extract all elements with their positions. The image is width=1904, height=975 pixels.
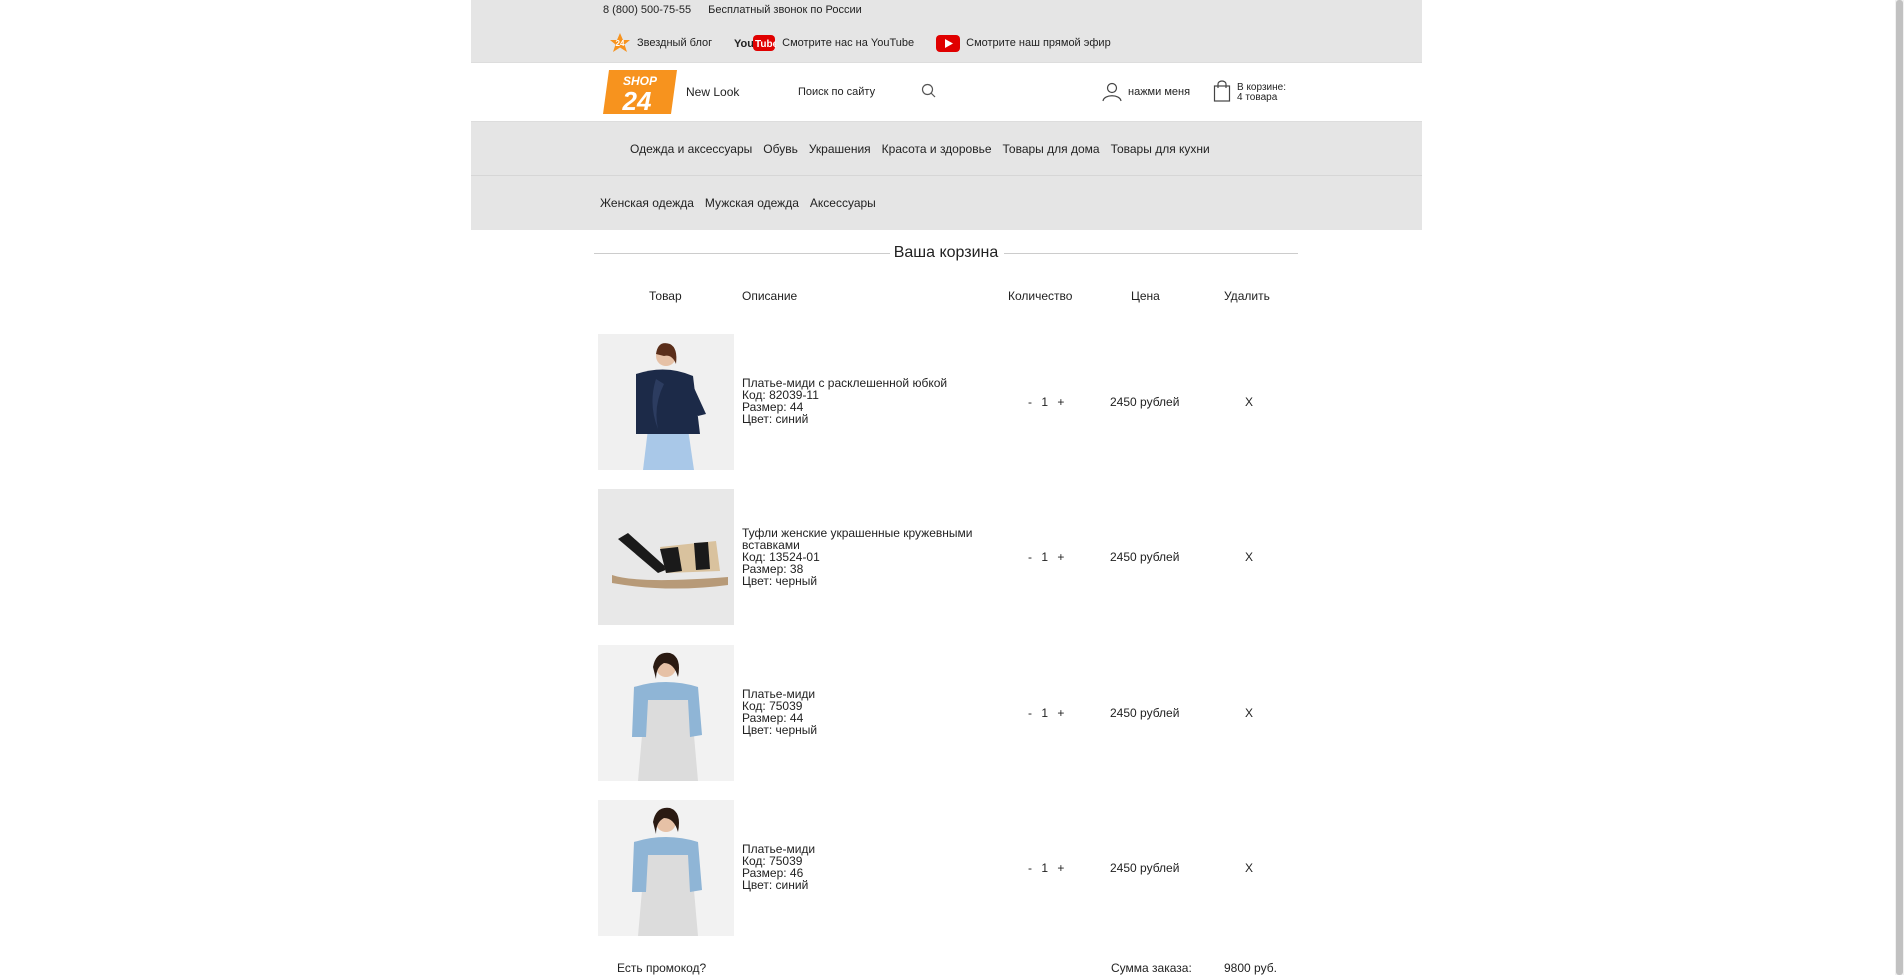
col-price: Цена bbox=[1131, 289, 1160, 303]
remove-item-button[interactable]: X bbox=[1245, 706, 1253, 720]
cart-count: 4 товара bbox=[1237, 92, 1278, 103]
youtube-channel-link[interactable]: You Tube Смотрите нас на YouTube bbox=[734, 34, 914, 52]
star-blog-icon: 24 bbox=[610, 33, 630, 52]
quantity-value: 1 bbox=[1041, 550, 1049, 564]
cart-row: Платье-миди с расклешенной юбкой Код: 82… bbox=[598, 334, 1298, 470]
user-account-link[interactable]: нажми меня bbox=[1101, 82, 1190, 102]
remove-item-button[interactable]: X bbox=[1245, 395, 1253, 409]
quantity-stepper: - 1 + bbox=[1025, 395, 1067, 409]
item-price: 2450 рублей bbox=[1110, 861, 1180, 875]
remove-item-button[interactable]: X bbox=[1245, 550, 1253, 564]
sub-nav: Женская одежда Мужская одежда Аксессуары bbox=[471, 176, 1422, 230]
page-scrollbar[interactable] bbox=[1895, 0, 1904, 975]
free-call-text: Бесплатный звонок по России bbox=[708, 4, 862, 16]
user-label: нажми меня bbox=[1128, 86, 1191, 98]
svg-text:24: 24 bbox=[616, 39, 625, 48]
item-price: 2450 рублей bbox=[1110, 706, 1180, 720]
live-stream-label: Смотрите наш прямой эфир bbox=[966, 37, 1111, 49]
item-price: 2450 рублей bbox=[1110, 550, 1180, 564]
product-description: Туфли женские украшенные кружевными вста… bbox=[742, 527, 987, 587]
svg-text:You: You bbox=[734, 38, 754, 50]
cart-row: Платье-миди Код: 75039 Размер: 44 Цвет: … bbox=[598, 645, 1298, 781]
logo-bottom-text: 24 bbox=[622, 86, 652, 114]
increase-button[interactable]: + bbox=[1057, 706, 1064, 720]
search-icon[interactable] bbox=[921, 83, 937, 99]
quantity-stepper: - 1 + bbox=[1025, 706, 1067, 720]
product-image-dress-navy[interactable] bbox=[598, 334, 734, 470]
user-icon bbox=[1102, 82, 1122, 102]
decrease-button[interactable]: - bbox=[1028, 706, 1032, 720]
product-name[interactable]: Туфли женские украшенные кружевными вста… bbox=[742, 527, 987, 551]
product-image-dress-denim[interactable] bbox=[598, 800, 734, 936]
shop24-logo[interactable]: SHOP 24 bbox=[603, 70, 677, 116]
increase-button[interactable]: + bbox=[1057, 550, 1064, 564]
svg-text:Tube: Tube bbox=[755, 39, 776, 50]
main-nav: Одежда и аксессуары Обувь Украшения Крас… bbox=[471, 122, 1422, 176]
product-description: Платье-миди Код: 75039 Размер: 46 Цвет: … bbox=[742, 843, 987, 891]
cart-heading: Ваша корзина bbox=[594, 242, 1298, 264]
search-input[interactable]: Поиск по сайту bbox=[798, 86, 875, 98]
top-bar: 8 (800) 500-75-55 Бесплатный звонок по Р… bbox=[471, 0, 1422, 62]
decrease-button[interactable]: - bbox=[1028, 550, 1032, 564]
star-blog-link[interactable]: 24 Звездный блог bbox=[609, 32, 712, 54]
youtube-channel-label: Смотрите нас на YouTube bbox=[782, 37, 915, 49]
increase-button[interactable]: + bbox=[1057, 861, 1064, 875]
nav-clothing[interactable]: Одежда и аксессуары bbox=[630, 142, 752, 156]
promo-code-link[interactable]: Есть промокод? bbox=[617, 961, 706, 975]
quantity-stepper: - 1 + bbox=[1025, 550, 1067, 564]
star-blog-label: Звездный блог bbox=[637, 37, 713, 49]
quantity-value: 1 bbox=[1041, 395, 1049, 409]
nav-jewelry[interactable]: Украшения bbox=[809, 142, 871, 156]
increase-button[interactable]: + bbox=[1057, 395, 1064, 409]
quantity-value: 1 bbox=[1041, 706, 1049, 720]
quantity-value: 1 bbox=[1041, 861, 1049, 875]
cart-table-header: Товар Описание Количество Цена Удалить bbox=[0, 289, 1904, 305]
product-image-dress-denim[interactable] bbox=[598, 645, 734, 781]
remove-item-button[interactable]: X bbox=[1245, 861, 1253, 875]
product-description: Платье-миди Код: 75039 Размер: 44 Цвет: … bbox=[742, 688, 987, 736]
col-product: Товар bbox=[649, 289, 682, 303]
order-total-value: 9800 руб. bbox=[1224, 961, 1277, 975]
live-stream-link[interactable]: Смотрите наш прямой эфир bbox=[936, 34, 1111, 52]
product-image-shoes[interactable] bbox=[598, 489, 734, 625]
phone-link[interactable]: 8 (800) 500-75-55 bbox=[603, 4, 691, 16]
product-color: Цвет: синий bbox=[742, 412, 809, 426]
nav-beauty[interactable]: Красота и здоровье bbox=[882, 142, 992, 156]
product-color: Цвет: черный bbox=[742, 723, 818, 737]
subnav-women[interactable]: Женская одежда bbox=[600, 196, 694, 210]
scrollbar-thumb[interactable] bbox=[1896, 0, 1903, 975]
product-description: Платье-миди с расклешенной юбкой Код: 82… bbox=[742, 377, 987, 425]
quantity-stepper: - 1 + bbox=[1025, 861, 1067, 875]
cart-row: Туфли женские украшенные кружевными вста… bbox=[598, 489, 1298, 625]
subnav-men[interactable]: Мужская одежда bbox=[705, 196, 799, 210]
col-quantity: Количество bbox=[1008, 289, 1073, 303]
site-header: SHOP 24 New Look Поиск по сайту нажми ме… bbox=[471, 62, 1422, 122]
order-total-label: Сумма заказа: bbox=[1111, 961, 1192, 975]
page-container: 8 (800) 500-75-55 Бесплатный звонок по Р… bbox=[471, 0, 1422, 230]
item-price: 2450 рублей bbox=[1110, 395, 1180, 409]
heading-divider-right bbox=[1004, 253, 1298, 254]
decrease-button[interactable]: - bbox=[1028, 861, 1032, 875]
nav-shoes[interactable]: Обувь bbox=[763, 142, 798, 156]
col-remove: Удалить bbox=[1224, 289, 1270, 303]
youtube-logo-icon: You Tube bbox=[734, 35, 776, 51]
shopping-bag-icon bbox=[1213, 80, 1231, 102]
col-description: Описание bbox=[742, 289, 798, 303]
brand-name: New Look bbox=[686, 85, 740, 99]
cart-link[interactable]: В корзине: 4 товара bbox=[1213, 80, 1286, 103]
youtube-play-icon bbox=[936, 34, 961, 52]
product-color: Цвет: черный bbox=[742, 574, 818, 588]
product-color: Цвет: синий bbox=[742, 878, 809, 892]
subnav-accessories[interactable]: Аксессуары bbox=[810, 196, 876, 210]
cart-row: Платье-миди Код: 75039 Размер: 46 Цвет: … bbox=[598, 800, 1298, 936]
nav-kitchen[interactable]: Товары для кухни bbox=[1111, 142, 1210, 156]
nav-home[interactable]: Товары для дома bbox=[1003, 142, 1100, 156]
decrease-button[interactable]: - bbox=[1028, 395, 1032, 409]
